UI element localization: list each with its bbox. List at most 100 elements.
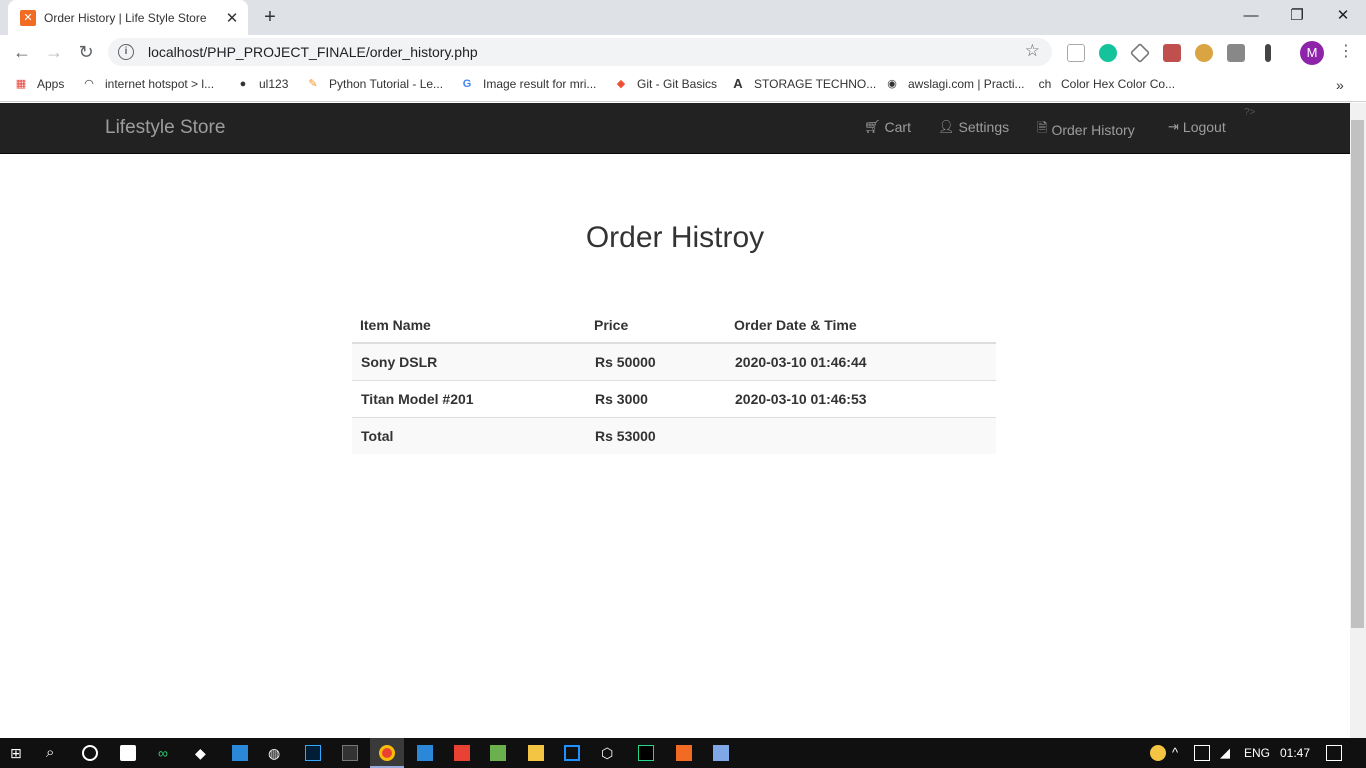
total-price: Rs 53000: [586, 416, 726, 454]
profile-avatar[interactable]: M: [1300, 41, 1324, 65]
file-explorer-icon[interactable]: [528, 745, 544, 761]
mail-icon[interactable]: [232, 745, 248, 761]
bookmarks-overflow-icon[interactable]: »: [1336, 77, 1344, 93]
windows-start-icon[interactable]: ⊞: [10, 745, 26, 761]
extension-docs-icon[interactable]: [1067, 44, 1085, 62]
info-icon[interactable]: i: [118, 44, 134, 60]
nav-settings[interactable]: 👤︎ Settings: [938, 119, 1009, 135]
tray-app-icon[interactable]: [1150, 745, 1166, 761]
wifi-icon: ◠: [84, 78, 94, 90]
color-hex-icon: ch: [1038, 77, 1052, 91]
photoshop-icon[interactable]: [305, 745, 321, 761]
tab-strip: ✕ Order History | Life Style Store ✕ + —…: [0, 0, 1366, 35]
table-row: Sony DSLR Rs 50000 2020-03-10 01:46:44: [352, 342, 996, 380]
cell-price: Rs 3000: [586, 379, 726, 417]
bookmark-star-icon[interactable]: ☆: [1025, 41, 1040, 61]
virtualbox-icon[interactable]: [713, 745, 729, 761]
search-icon[interactable]: ⌕: [46, 745, 62, 761]
visual-studio-icon[interactable]: [454, 745, 470, 761]
cell-order-date: 2020-03-10 01:46:44: [726, 342, 996, 380]
new-tab-button[interactable]: +: [256, 4, 284, 32]
wifi-tray-icon[interactable]: ◢: [1220, 745, 1236, 761]
table-total-row: Total Rs 53000: [352, 416, 996, 454]
bookmark-image-result[interactable]: G Image result for mri...: [460, 77, 597, 91]
bookmark-awslagi[interactable]: ◉ awslagi.com | Practi...: [885, 77, 1024, 91]
minimize-icon[interactable]: —: [1228, 4, 1274, 30]
table-row: Titan Model #201 Rs 3000 2020-03-10 01:4…: [352, 379, 996, 417]
file-icon: 🗎: [1037, 120, 1048, 135]
nav-order-history[interactable]: 🗎 Order History: [1037, 119, 1135, 141]
cell-order-date: 2020-03-10 01:46:53: [726, 379, 996, 417]
clock[interactable]: 01:47: [1280, 746, 1310, 760]
mysql-icon[interactable]: [342, 745, 358, 761]
xampp-favicon-icon: ✕: [20, 9, 36, 26]
notification-icon[interactable]: [1326, 745, 1342, 761]
notepad-icon[interactable]: [490, 745, 506, 761]
restore-icon[interactable]: ❐: [1274, 4, 1320, 30]
bookmark-git-basics[interactable]: ◆ Git - Git Basics: [614, 77, 717, 91]
logout-icon: ⇥: [1168, 119, 1179, 134]
menu-dots-icon[interactable]: ⋮: [1332, 38, 1360, 66]
cortana-icon[interactable]: [82, 745, 98, 761]
extension-cube-icon[interactable]: [1129, 42, 1151, 64]
cookie-icon[interactable]: [1195, 44, 1213, 62]
bookmark-storage-techno[interactable]: A STORAGE TECHNO...: [731, 76, 876, 92]
tab-title: Order History | Life Style Store: [44, 10, 207, 25]
news-icon[interactable]: [417, 745, 433, 761]
cart-icon: 🛒︎: [864, 119, 881, 134]
table-header-row: Item Name Price Order Date & Time: [352, 308, 996, 344]
forward-arrow-icon[interactable]: →: [40, 38, 68, 66]
windows-taskbar: ⊞ ⌕ ∞ ◆ ◍ ⬡ ^ ◢ ENG 01:47: [0, 738, 1366, 768]
apps-grid-icon: ▦: [15, 78, 27, 90]
total-label: Total: [352, 416, 586, 454]
key-icon[interactable]: [1265, 44, 1271, 62]
arduino-icon[interactable]: ∞: [158, 745, 174, 761]
pdf-icon[interactable]: [1163, 44, 1181, 62]
reload-icon[interactable]: ↻: [72, 38, 100, 66]
active-tab[interactable]: ✕ Order History | Life Style Store ✕: [8, 0, 248, 35]
address-bar[interactable]: i localhost/PHP_PROJECT_FINALE/order_his…: [108, 38, 1052, 66]
google-icon: G: [462, 78, 472, 90]
site-brand[interactable]: Lifestyle Store: [105, 117, 225, 139]
language-indicator[interactable]: ENG: [1244, 746, 1270, 760]
bookmark-internet-hotspot[interactable]: ◠ internet hotspot > l...: [82, 77, 214, 91]
steam-icon[interactable]: ◍: [268, 745, 284, 761]
cell-item-name: Titan Model #201: [352, 379, 586, 417]
order-table: Item Name Price Order Date & Time Sony D…: [352, 308, 996, 454]
nav-cart[interactable]: 🛒︎ Cart: [864, 119, 911, 135]
storage-a-icon: A: [733, 76, 743, 91]
grammarly-icon[interactable]: [1099, 44, 1117, 62]
pycharm-icon[interactable]: [638, 745, 654, 761]
back-arrow-icon[interactable]: ←: [8, 38, 36, 66]
xampp-icon[interactable]: [676, 745, 692, 761]
aws-circle-icon: ◉: [887, 78, 897, 90]
bookmarks-bar: ▦ Apps ◠ internet hotspot > l... ● ul123 ✎ P…: [0, 69, 1366, 102]
python-tutorial-icon: ✎: [308, 78, 318, 90]
tray-chevron-icon[interactable]: ^: [1172, 745, 1188, 761]
window-close-icon[interactable]: ✕: [1320, 4, 1366, 30]
dropbox-icon[interactable]: ◆: [195, 745, 211, 761]
bookmark-python-tutorial[interactable]: ✎ Python Tutorial - Le...: [306, 77, 443, 91]
total-empty-cell: [726, 416, 996, 454]
nav-logout[interactable]: ⇥ Logout: [1168, 119, 1226, 135]
user-icon: 👤︎: [938, 119, 955, 134]
chrome-icon[interactable]: [379, 745, 395, 761]
column-header-item-name: Item Name: [352, 308, 586, 344]
git-icon: ◆: [616, 78, 626, 90]
tab-close-icon[interactable]: ✕: [220, 9, 244, 27]
page-title: Order Histroy: [585, 221, 765, 254]
stray-php-text: ?>: [1244, 107, 1256, 118]
cell-price: Rs 50000: [586, 342, 726, 380]
site-navbar: Lifestyle Store 🛒︎ Cart 👤︎ Settings 🗎 Order…: [0, 103, 1350, 154]
3d-box-icon[interactable]: ⬡: [601, 745, 617, 761]
bookmark-ul123[interactable]: ● ul123: [236, 77, 289, 91]
battery-icon[interactable]: [1194, 745, 1210, 761]
copy-app-icon[interactable]: [564, 745, 580, 761]
extension-photo-icon[interactable]: [1227, 44, 1245, 62]
cell-item-name: Sony DSLR: [352, 342, 586, 380]
scrollbar-thumb[interactable]: [1351, 120, 1364, 628]
bookmark-apps[interactable]: ▦ Apps: [14, 77, 65, 91]
store-icon[interactable]: [120, 745, 136, 761]
globe-icon: ●: [239, 78, 247, 90]
bookmark-color-hex[interactable]: ch Color Hex Color Co...: [1038, 77, 1175, 91]
